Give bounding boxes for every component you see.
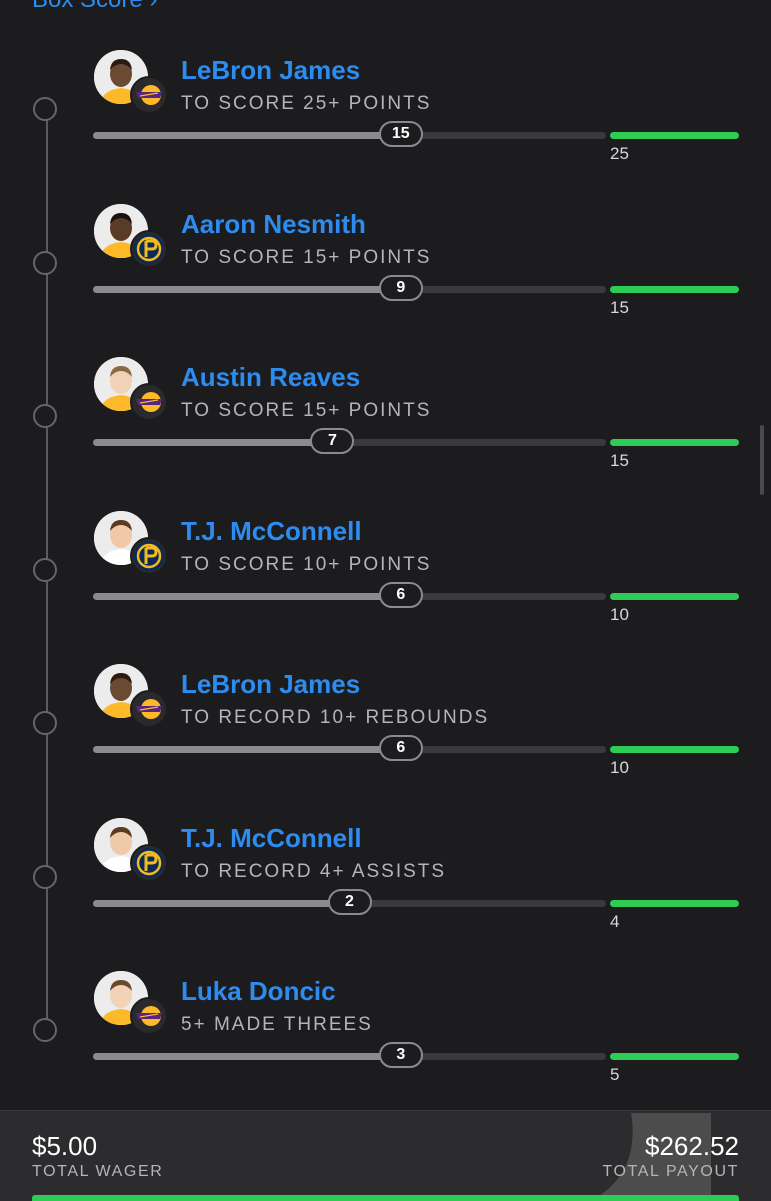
prop-description: TO SCORE 25+ POINTS — [181, 93, 432, 114]
parlay-leg[interactable]: Aaron Nesmith TO SCORE 15+ POINTS 9 15 — [0, 203, 771, 354]
team-logo-icon — [130, 536, 168, 575]
player-name[interactable]: T.J. McConnell — [181, 516, 362, 547]
player-name[interactable]: Luka Doncic — [181, 976, 336, 1007]
player-name[interactable]: Austin Reaves — [181, 362, 360, 393]
timeline-node — [33, 97, 57, 121]
progress-fill — [93, 899, 350, 907]
parlay-leg[interactable]: LeBron James TO RECORD 10+ REBOUNDS 6 10 — [0, 664, 771, 814]
team-logo-icon — [130, 383, 168, 421]
progress-track: 2 — [93, 888, 606, 915]
current-stat-value: 9 — [378, 274, 423, 301]
timeline-node — [33, 557, 57, 582]
prop-description: TO SCORE 15+ POINTS — [181, 400, 432, 421]
parlay-leg[interactable]: Austin Reaves TO SCORE 15+ POINTS 7 15 — [0, 357, 771, 507]
target-bar — [610, 746, 739, 753]
progress-track: 15 — [93, 121, 606, 147]
progress-fill — [93, 1053, 401, 1060]
target-bar — [610, 439, 739, 446]
scrollbar[interactable] — [760, 425, 764, 495]
footer-action-bar[interactable] — [32, 1195, 739, 1201]
timeline-node — [33, 1018, 57, 1042]
player-name[interactable]: LeBron James — [181, 55, 360, 86]
progress-track: 6 — [93, 735, 606, 761]
target-bar — [610, 285, 739, 293]
timeline-node — [33, 250, 57, 275]
target-bar — [610, 1053, 739, 1060]
prop-description: TO SCORE 10+ POINTS — [181, 553, 432, 575]
target-bar — [610, 592, 739, 600]
progress-track: 9 — [93, 274, 606, 301]
current-stat-value: 15 — [378, 121, 423, 147]
prop-description: TO RECORD 4+ ASSISTS — [181, 860, 447, 882]
progress-fill — [93, 132, 401, 139]
team-logo-icon — [130, 843, 168, 882]
current-stat-value: 6 — [378, 735, 423, 761]
team-logo-icon — [130, 229, 168, 268]
progress-fill — [93, 746, 401, 753]
bet-summary-footer: $5.00 TOTAL WAGER $262.52 TOTAL PAYOUT — [0, 1110, 771, 1201]
current-stat-value: 7 — [310, 428, 355, 454]
progress-fill — [93, 439, 333, 446]
prop-description: TO RECORD 10+ REBOUNDS — [181, 707, 490, 728]
total-wager-label: TOTAL WAGER — [32, 1163, 164, 1180]
box-score-link[interactable]: Box Score › — [32, 0, 157, 14]
parlay-leg[interactable]: T.J. McConnell TO SCORE 10+ POINTS 6 10 — [0, 510, 771, 661]
total-wager-amount: $5.00 — [32, 1131, 98, 1161]
target-bar — [610, 132, 739, 139]
target-value: 15 — [610, 297, 629, 317]
player-name[interactable]: Aaron Nesmith — [181, 209, 366, 240]
current-stat-value: 6 — [378, 581, 423, 608]
total-payout-label: TOTAL PAYOUT — [602, 1163, 739, 1180]
timeline-node — [33, 711, 57, 735]
prop-description: TO SCORE 15+ POINTS — [181, 246, 432, 268]
current-stat-value: 3 — [378, 1042, 423, 1068]
progress-track: 7 — [93, 428, 606, 454]
team-logo-icon — [130, 690, 168, 728]
progress-track: 6 — [93, 581, 606, 608]
team-logo-icon — [130, 997, 168, 1035]
progress-fill — [93, 285, 401, 293]
target-value: 15 — [610, 451, 629, 470]
parlay-leg[interactable]: LeBron James TO SCORE 25+ POINTS 15 25 — [0, 50, 771, 200]
prop-description: 5+ MADE THREES — [181, 1014, 373, 1035]
player-name[interactable]: LeBron James — [181, 669, 360, 700]
player-name[interactable]: T.J. McConnell — [181, 823, 362, 854]
target-value: 10 — [610, 758, 629, 777]
current-stat-value: 2 — [327, 888, 372, 915]
total-payout-amount: $262.52 — [645, 1131, 739, 1161]
timeline-node — [33, 864, 57, 889]
team-logo-icon — [130, 76, 168, 114]
progress-track: 3 — [93, 1042, 606, 1068]
target-value: 5 — [610, 1065, 620, 1084]
progress-fill — [93, 592, 401, 600]
parlay-leg[interactable]: T.J. McConnell TO RECORD 4+ ASSISTS 2 4 — [0, 817, 771, 968]
target-bar — [610, 899, 739, 907]
target-value: 25 — [610, 144, 629, 163]
target-value: 4 — [610, 911, 620, 931]
timeline-node — [33, 404, 57, 428]
target-value: 10 — [610, 604, 629, 624]
parlay-leg[interactable]: Luka Doncic 5+ MADE THREES 3 5 — [0, 971, 771, 1121]
